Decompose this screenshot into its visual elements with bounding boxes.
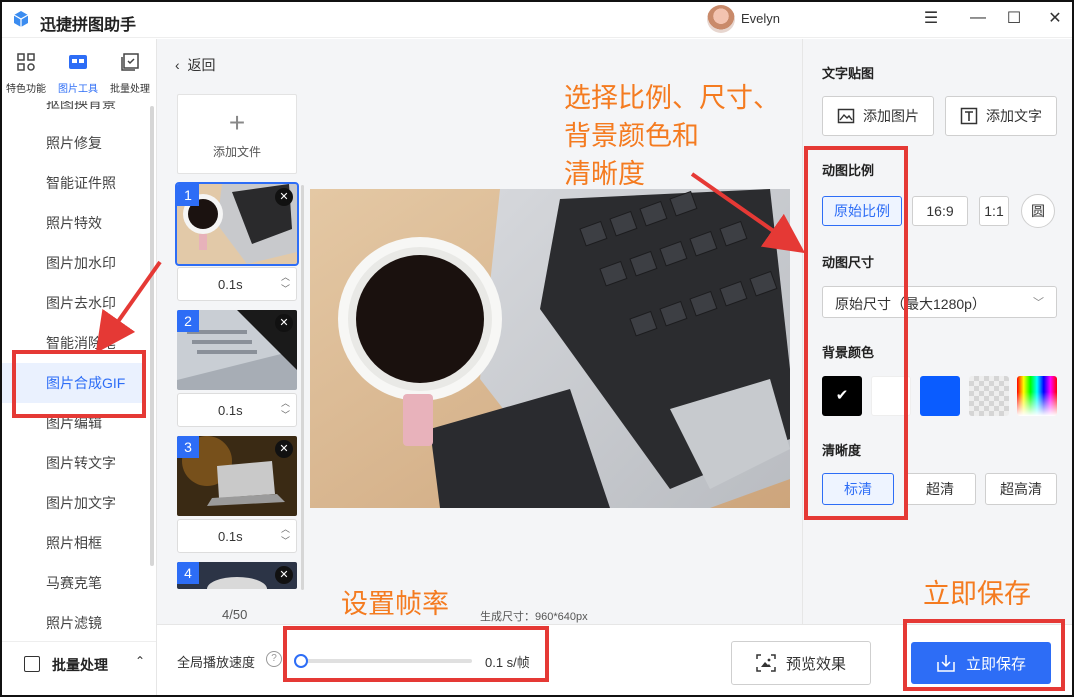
annotation-arrows [95, 172, 806, 354]
arrow [690, 172, 806, 254]
arrow [95, 260, 162, 354]
